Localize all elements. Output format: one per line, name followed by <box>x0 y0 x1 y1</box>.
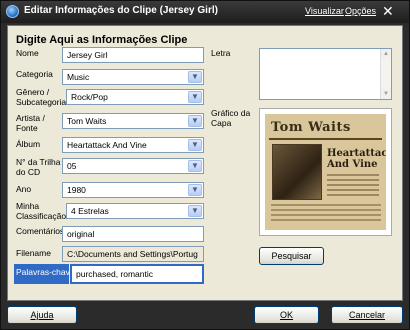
genero-label: Gênero / Subcategoria <box>16 87 67 107</box>
album-value: Heartattack And Vine <box>67 140 147 150</box>
artista-label: Artista / Fonte <box>16 113 45 133</box>
close-icon[interactable]: ✕ <box>382 3 394 19</box>
pesquisar-button[interactable]: Pesquisar <box>259 247 324 265</box>
ano-label: Ano <box>16 184 32 194</box>
trilha-label: N° da Trilha do CD <box>16 157 61 177</box>
classificacao-label: Minha Classificação <box>16 201 67 221</box>
cover-divider <box>269 138 382 140</box>
comentarios-input[interactable]: original <box>62 226 204 242</box>
classificacao-select[interactable]: 4 Estrelas ▼ <box>66 203 204 219</box>
cancelar-label: Cancelar <box>348 310 386 320</box>
comentarios-value: original <box>67 229 95 239</box>
ano-select[interactable]: 1980 ▼ <box>62 182 204 198</box>
categoria-label: Categoria <box>16 69 53 79</box>
cover-album-line1: Heartattack <box>327 148 386 159</box>
window-title: Editar Informações do Clipe (Jersey Girl… <box>24 5 218 16</box>
ok-button[interactable]: OK <box>254 306 319 324</box>
chevron-down-icon[interactable]: ▼ <box>188 160 202 172</box>
nome-label: Nome <box>16 48 39 58</box>
scroll-up-icon[interactable]: ▲ <box>381 49 391 59</box>
palavras-chave-label: Palavras-chave <box>14 264 75 284</box>
genero-select[interactable]: Rock/Pop ▼ <box>66 89 204 105</box>
clip-info-window: Editar Informações do Clipe (Jersey Girl… <box>0 0 410 330</box>
capa-label: Gráfico da Capa <box>211 108 251 128</box>
ajuda-label: Ajuda <box>30 310 54 320</box>
trilha-value: 05 <box>67 161 77 171</box>
cover-artist-text: Tom Waits <box>271 120 351 135</box>
nome-value: Jersey Girl <box>67 50 108 60</box>
chevron-down-icon[interactable]: ▼ <box>188 139 202 151</box>
filename-label: Filename <box>16 248 51 258</box>
cover-art-frame: Tom Waits Heartattack And Vine <box>259 108 392 236</box>
album-select[interactable]: Heartattack And Vine ▼ <box>62 137 204 153</box>
classificacao-value: 4 Estrelas <box>71 206 109 216</box>
categoria-select[interactable]: Music ▼ <box>62 69 204 85</box>
chevron-down-icon[interactable]: ▼ <box>188 115 202 127</box>
album-label: Álbum <box>16 139 41 149</box>
scroll-down-icon[interactable]: ▼ <box>381 89 391 99</box>
ok-label: OK <box>279 310 293 320</box>
chevron-down-icon[interactable]: ▼ <box>188 91 202 103</box>
chevron-down-icon[interactable]: ▼ <box>188 184 202 196</box>
form-panel: Digite Aqui as Informações Clipe Nome Je… <box>7 25 403 301</box>
genero-value: Rock/Pop <box>71 92 108 102</box>
filename-value: C:\Documents and Settings\Portug <box>67 249 198 259</box>
app-globe-icon <box>6 5 19 18</box>
ano-value: 1980 <box>67 185 86 195</box>
letra-textarea[interactable]: ▲ ▼ <box>259 48 392 100</box>
chevron-down-icon[interactable]: ▼ <box>188 205 202 217</box>
ajuda-button[interactable]: Ajuda <box>7 306 77 324</box>
letra-scrollbar[interactable]: ▲ ▼ <box>380 49 391 99</box>
cover-newsprint-footer <box>271 204 381 224</box>
cover-photo <box>272 144 322 200</box>
categoria-value: Music <box>67 72 90 82</box>
title-bar[interactable]: Editar Informações do Clipe (Jersey Girl… <box>1 1 409 23</box>
palavras-chave-value: purchased, romantic <box>76 269 154 279</box>
cover-album-line2: And Vine <box>327 159 378 170</box>
cover-newsprint-lines <box>327 174 379 199</box>
chevron-down-icon[interactable]: ▼ <box>188 71 202 83</box>
artista-value: Tom Waits <box>67 116 107 126</box>
cancelar-button[interactable]: Cancelar <box>331 306 403 324</box>
menu-visualizar[interactable]: Visualizar <box>305 6 344 16</box>
trilha-select[interactable]: 05 ▼ <box>62 158 204 174</box>
filename-field: C:\Documents and Settings\Portug <box>62 246 204 262</box>
nome-input[interactable]: Jersey Girl <box>62 47 204 63</box>
cover-art-image: Tom Waits Heartattack And Vine <box>265 114 386 230</box>
letra-label: Letra <box>211 48 231 58</box>
cover-album-text: Heartattack And Vine <box>327 148 386 170</box>
menu-opcoes[interactable]: Opções <box>345 6 376 16</box>
palavras-chave-input[interactable]: purchased, romantic <box>70 264 204 284</box>
form-heading: Digite Aqui as Informações Clipe <box>16 34 188 46</box>
artista-select[interactable]: Tom Waits ▼ <box>62 113 204 129</box>
